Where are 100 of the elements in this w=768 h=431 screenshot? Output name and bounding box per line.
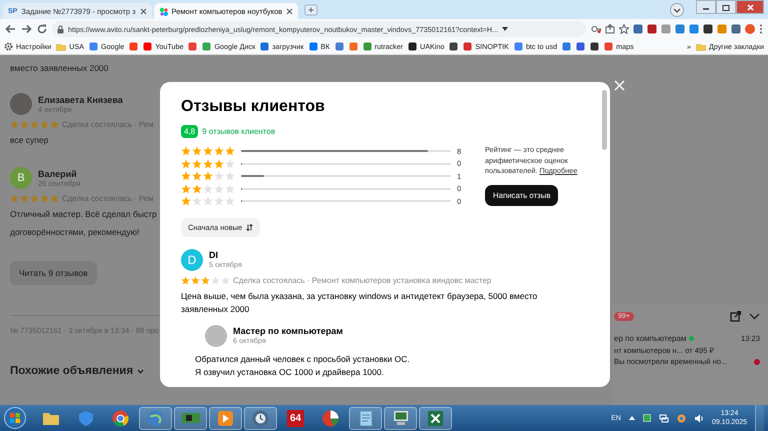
star-icon — [40, 194, 49, 203]
taskbar-button[interactable] — [384, 406, 417, 430]
avatar-placeholder — [205, 324, 227, 346]
minimize-button[interactable] — [696, 0, 716, 14]
show-desktop-button[interactable] — [755, 405, 764, 431]
site-icon[interactable] — [590, 42, 600, 51]
reviewer-name: Мастер по компьютерам — [233, 326, 343, 336]
taskbar-button[interactable]: 64 — [279, 406, 312, 430]
app-logo: 64 — [287, 410, 304, 426]
star-icon — [203, 171, 213, 182]
tray-app-icon[interactable] — [676, 414, 686, 422]
close-icon — [746, 4, 754, 10]
review-text: вместо заявленных 2000 — [10, 63, 108, 73]
taskbar-button[interactable] — [244, 406, 277, 430]
star-icon — [214, 184, 224, 194]
star-icon — [10, 194, 19, 203]
chat-title: ер по компьютерам — [614, 334, 686, 343]
tray-arrow-icon[interactable] — [628, 416, 635, 420]
review-text: все супер — [10, 134, 50, 147]
star-icon — [221, 276, 230, 284]
star-icon — [201, 276, 210, 284]
avatar-placeholder — [10, 93, 32, 115]
folder-icon — [696, 42, 706, 50]
star-icon — [50, 194, 59, 203]
site-icon[interactable] — [449, 42, 458, 51]
star-icon — [181, 171, 191, 182]
forward-icon[interactable] — [21, 24, 32, 34]
star-icon — [30, 194, 39, 203]
star-icon — [225, 196, 235, 206]
star-icon — [225, 171, 235, 182]
restore-icon — [722, 4, 730, 10]
star-icon — [225, 158, 235, 169]
avatar-initial: D — [188, 252, 196, 266]
star-icon — [20, 120, 29, 129]
site-icon[interactable] — [576, 42, 586, 51]
star-icon — [181, 184, 191, 194]
network-icon[interactable] — [658, 414, 669, 422]
star-icon — [214, 158, 224, 169]
star-icon — [192, 171, 202, 182]
star-icon — [225, 146, 235, 156]
taskbar-button[interactable] — [209, 406, 242, 430]
back-icon[interactable] — [5, 24, 16, 34]
bookmark-star-icon[interactable] — [619, 24, 629, 34]
star-icon — [191, 276, 200, 284]
close-button[interactable] — [736, 0, 764, 14]
lock-icon — [57, 24, 64, 34]
section-title[interactable]: Похожие объявления — [10, 365, 134, 377]
reviews-count: 9 отзывов клиентов — [202, 127, 276, 136]
star-icon — [214, 171, 224, 182]
deal-status: Сделка состоялась · Ремонт компьютеров установка виндовс мастер — [233, 276, 492, 284]
sort-icon — [246, 224, 254, 230]
taskbar-button[interactable] — [174, 406, 207, 430]
new-tab-icon[interactable] — [304, 4, 318, 16]
star-icon — [181, 146, 191, 156]
star-icon — [203, 184, 213, 194]
reload-icon[interactable] — [37, 24, 47, 34]
star-icon — [192, 184, 202, 194]
gear-icon — [4, 42, 13, 51]
read-reviews-button[interactable]: Читать 9 отзывов — [10, 261, 97, 285]
start-button[interactable] — [4, 407, 26, 429]
caret-icon — [502, 27, 508, 31]
review-text: Отличный мастер. Всё сделал быстр — [10, 208, 157, 221]
reviewer-name: Елизавета Князева — [38, 94, 123, 104]
rating-badge: 4,8 — [181, 125, 198, 138]
star-icon — [192, 196, 202, 206]
reviewer-name: Валерий — [38, 168, 78, 178]
dots-icon — [158, 6, 168, 16]
key-icon[interactable] — [591, 24, 601, 34]
star-icon — [181, 276, 190, 284]
share-icon[interactable] — [605, 24, 615, 34]
star-icon — [10, 120, 19, 129]
star-icon — [214, 146, 224, 156]
reviewer-name: DI — [209, 250, 219, 260]
avatar-initial: В — [17, 172, 25, 184]
external-link-icon[interactable] — [730, 311, 741, 322]
chevron-down-icon[interactable] — [670, 2, 684, 16]
star-icon — [50, 120, 59, 129]
reply-text: Обратился данный человек с просьбой установки ОС. — [195, 352, 410, 366]
folder-icon — [56, 42, 66, 50]
star-icon — [203, 146, 213, 156]
close-icon[interactable] — [614, 80, 625, 91]
star-icon — [181, 158, 191, 169]
chevron-down-icon[interactable] — [137, 368, 144, 374]
star-icon — [40, 120, 49, 129]
taskbar-button[interactable] — [419, 406, 452, 430]
star-icon — [225, 184, 235, 194]
scrollbar-thumb[interactable] — [602, 90, 607, 150]
chevron-down-icon[interactable] — [749, 313, 760, 320]
profile-icon[interactable] — [745, 24, 755, 34]
close-icon — [286, 8, 294, 14]
star-icon — [192, 158, 202, 169]
star-icon — [214, 196, 224, 206]
speaker-icon[interactable] — [694, 414, 704, 422]
menu-icon[interactable] — [759, 24, 763, 34]
star-icon — [192, 146, 202, 156]
star-icon — [30, 120, 39, 129]
star-icon — [203, 196, 213, 206]
tray-app-icon[interactable] — [642, 414, 651, 422]
star-icon — [203, 158, 213, 169]
restore-button[interactable] — [716, 0, 736, 14]
